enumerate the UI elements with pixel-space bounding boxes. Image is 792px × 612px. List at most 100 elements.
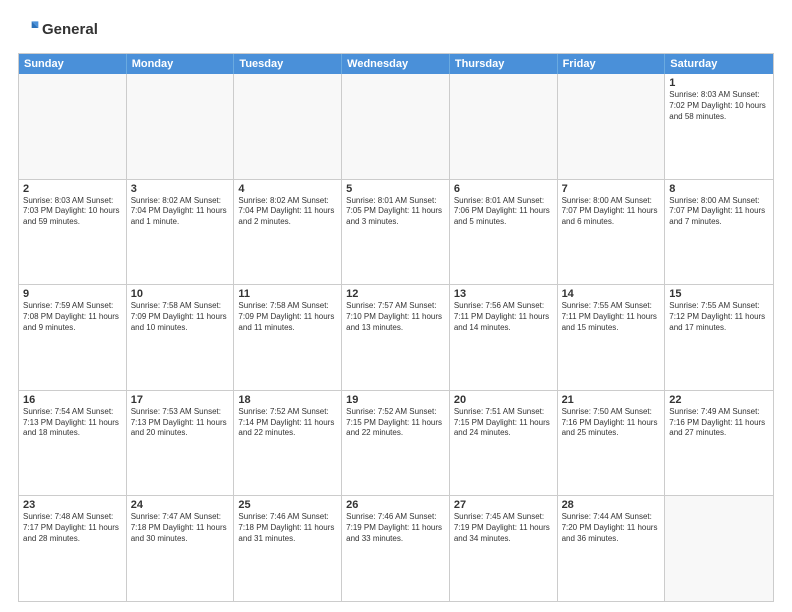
day-info: Sunrise: 7:59 AM Sunset: 7:08 PM Dayligh… (23, 301, 122, 333)
empty-cell (127, 74, 235, 179)
day-info: Sunrise: 7:55 AM Sunset: 7:11 PM Dayligh… (562, 301, 661, 333)
day-number: 12 (346, 288, 445, 300)
calendar-day-21: 21Sunrise: 7:50 AM Sunset: 7:16 PM Dayli… (558, 391, 666, 496)
day-number: 23 (23, 499, 122, 511)
calendar-day-3: 3Sunrise: 8:02 AM Sunset: 7:04 PM Daylig… (127, 180, 235, 285)
day-number: 6 (454, 183, 553, 195)
calendar-day-8: 8Sunrise: 8:00 AM Sunset: 7:07 PM Daylig… (665, 180, 773, 285)
calendar-day-20: 20Sunrise: 7:51 AM Sunset: 7:15 PM Dayli… (450, 391, 558, 496)
day-number: 16 (23, 394, 122, 406)
day-number: 26 (346, 499, 445, 511)
calendar-header: SundayMondayTuesdayWednesdayThursdayFrid… (19, 54, 773, 74)
day-info: Sunrise: 7:45 AM Sunset: 7:19 PM Dayligh… (454, 512, 553, 544)
day-header-wednesday: Wednesday (342, 54, 450, 74)
calendar-day-17: 17Sunrise: 7:53 AM Sunset: 7:13 PM Dayli… (127, 391, 235, 496)
day-number: 19 (346, 394, 445, 406)
calendar-body: 1Sunrise: 8:03 AM Sunset: 7:02 PM Daylig… (19, 74, 773, 601)
calendar-day-26: 26Sunrise: 7:46 AM Sunset: 7:19 PM Dayli… (342, 496, 450, 601)
day-number: 21 (562, 394, 661, 406)
day-number: 11 (238, 288, 337, 300)
logo-text: General (42, 22, 98, 39)
day-info: Sunrise: 7:51 AM Sunset: 7:15 PM Dayligh… (454, 407, 553, 439)
calendar-week-4: 16Sunrise: 7:54 AM Sunset: 7:13 PM Dayli… (19, 390, 773, 496)
calendar-week-2: 2Sunrise: 8:03 AM Sunset: 7:03 PM Daylig… (19, 179, 773, 285)
day-info: Sunrise: 8:01 AM Sunset: 7:05 PM Dayligh… (346, 196, 445, 228)
day-info: Sunrise: 8:03 AM Sunset: 7:03 PM Dayligh… (23, 196, 122, 228)
calendar-day-13: 13Sunrise: 7:56 AM Sunset: 7:11 PM Dayli… (450, 285, 558, 390)
empty-cell (19, 74, 127, 179)
day-number: 10 (131, 288, 230, 300)
day-number: 25 (238, 499, 337, 511)
day-header-monday: Monday (127, 54, 235, 74)
day-info: Sunrise: 7:48 AM Sunset: 7:17 PM Dayligh… (23, 512, 122, 544)
day-header-thursday: Thursday (450, 54, 558, 74)
day-number: 1 (669, 77, 769, 89)
day-number: 24 (131, 499, 230, 511)
day-info: Sunrise: 7:52 AM Sunset: 7:14 PM Dayligh… (238, 407, 337, 439)
day-number: 7 (562, 183, 661, 195)
logo: General (18, 18, 98, 43)
day-info: Sunrise: 8:01 AM Sunset: 7:06 PM Dayligh… (454, 196, 553, 228)
day-info: Sunrise: 7:56 AM Sunset: 7:11 PM Dayligh… (454, 301, 553, 333)
day-number: 18 (238, 394, 337, 406)
calendar-week-1: 1Sunrise: 8:03 AM Sunset: 7:02 PM Daylig… (19, 74, 773, 179)
calendar-day-25: 25Sunrise: 7:46 AM Sunset: 7:18 PM Dayli… (234, 496, 342, 601)
calendar-day-4: 4Sunrise: 8:02 AM Sunset: 7:04 PM Daylig… (234, 180, 342, 285)
day-header-saturday: Saturday (665, 54, 773, 74)
day-number: 5 (346, 183, 445, 195)
empty-cell (558, 74, 666, 179)
calendar-day-5: 5Sunrise: 8:01 AM Sunset: 7:05 PM Daylig… (342, 180, 450, 285)
calendar-day-1: 1Sunrise: 8:03 AM Sunset: 7:02 PM Daylig… (665, 74, 773, 179)
day-header-sunday: Sunday (19, 54, 127, 74)
day-number: 14 (562, 288, 661, 300)
calendar-day-14: 14Sunrise: 7:55 AM Sunset: 7:11 PM Dayli… (558, 285, 666, 390)
calendar-day-2: 2Sunrise: 8:03 AM Sunset: 7:03 PM Daylig… (19, 180, 127, 285)
day-number: 22 (669, 394, 769, 406)
calendar-day-18: 18Sunrise: 7:52 AM Sunset: 7:14 PM Dayli… (234, 391, 342, 496)
empty-cell (665, 496, 773, 601)
calendar-day-23: 23Sunrise: 7:48 AM Sunset: 7:17 PM Dayli… (19, 496, 127, 601)
calendar-day-24: 24Sunrise: 7:47 AM Sunset: 7:18 PM Dayli… (127, 496, 235, 601)
calendar-day-27: 27Sunrise: 7:45 AM Sunset: 7:19 PM Dayli… (450, 496, 558, 601)
day-number: 20 (454, 394, 553, 406)
calendar-week-3: 9Sunrise: 7:59 AM Sunset: 7:08 PM Daylig… (19, 284, 773, 390)
day-number: 2 (23, 183, 122, 195)
day-info: Sunrise: 7:49 AM Sunset: 7:16 PM Dayligh… (669, 407, 769, 439)
day-info: Sunrise: 8:02 AM Sunset: 7:04 PM Dayligh… (238, 196, 337, 228)
calendar-week-5: 23Sunrise: 7:48 AM Sunset: 7:17 PM Dayli… (19, 495, 773, 601)
day-number: 27 (454, 499, 553, 511)
empty-cell (342, 74, 450, 179)
page-header: General (18, 18, 774, 43)
calendar-day-22: 22Sunrise: 7:49 AM Sunset: 7:16 PM Dayli… (665, 391, 773, 496)
calendar-day-10: 10Sunrise: 7:58 AM Sunset: 7:09 PM Dayli… (127, 285, 235, 390)
calendar-day-11: 11Sunrise: 7:58 AM Sunset: 7:09 PM Dayli… (234, 285, 342, 390)
day-info: Sunrise: 7:58 AM Sunset: 7:09 PM Dayligh… (238, 301, 337, 333)
day-info: Sunrise: 7:50 AM Sunset: 7:16 PM Dayligh… (562, 407, 661, 439)
empty-cell (450, 74, 558, 179)
day-number: 8 (669, 183, 769, 195)
day-info: Sunrise: 8:00 AM Sunset: 7:07 PM Dayligh… (562, 196, 661, 228)
day-info: Sunrise: 7:52 AM Sunset: 7:15 PM Dayligh… (346, 407, 445, 439)
calendar: SundayMondayTuesdayWednesdayThursdayFrid… (18, 53, 774, 602)
calendar-day-19: 19Sunrise: 7:52 AM Sunset: 7:15 PM Dayli… (342, 391, 450, 496)
calendar-day-28: 28Sunrise: 7:44 AM Sunset: 7:20 PM Dayli… (558, 496, 666, 601)
logo-icon (20, 18, 40, 38)
day-info: Sunrise: 7:57 AM Sunset: 7:10 PM Dayligh… (346, 301, 445, 333)
day-header-friday: Friday (558, 54, 666, 74)
calendar-day-16: 16Sunrise: 7:54 AM Sunset: 7:13 PM Dayli… (19, 391, 127, 496)
day-info: Sunrise: 7:55 AM Sunset: 7:12 PM Dayligh… (669, 301, 769, 333)
day-info: Sunrise: 8:02 AM Sunset: 7:04 PM Dayligh… (131, 196, 230, 228)
day-number: 13 (454, 288, 553, 300)
day-header-tuesday: Tuesday (234, 54, 342, 74)
day-info: Sunrise: 7:46 AM Sunset: 7:18 PM Dayligh… (238, 512, 337, 544)
day-info: Sunrise: 7:47 AM Sunset: 7:18 PM Dayligh… (131, 512, 230, 544)
calendar-day-9: 9Sunrise: 7:59 AM Sunset: 7:08 PM Daylig… (19, 285, 127, 390)
day-info: Sunrise: 8:00 AM Sunset: 7:07 PM Dayligh… (669, 196, 769, 228)
day-number: 4 (238, 183, 337, 195)
calendar-day-15: 15Sunrise: 7:55 AM Sunset: 7:12 PM Dayli… (665, 285, 773, 390)
calendar-day-7: 7Sunrise: 8:00 AM Sunset: 7:07 PM Daylig… (558, 180, 666, 285)
day-number: 9 (23, 288, 122, 300)
calendar-day-12: 12Sunrise: 7:57 AM Sunset: 7:10 PM Dayli… (342, 285, 450, 390)
calendar-day-6: 6Sunrise: 8:01 AM Sunset: 7:06 PM Daylig… (450, 180, 558, 285)
day-info: Sunrise: 7:54 AM Sunset: 7:13 PM Dayligh… (23, 407, 122, 439)
